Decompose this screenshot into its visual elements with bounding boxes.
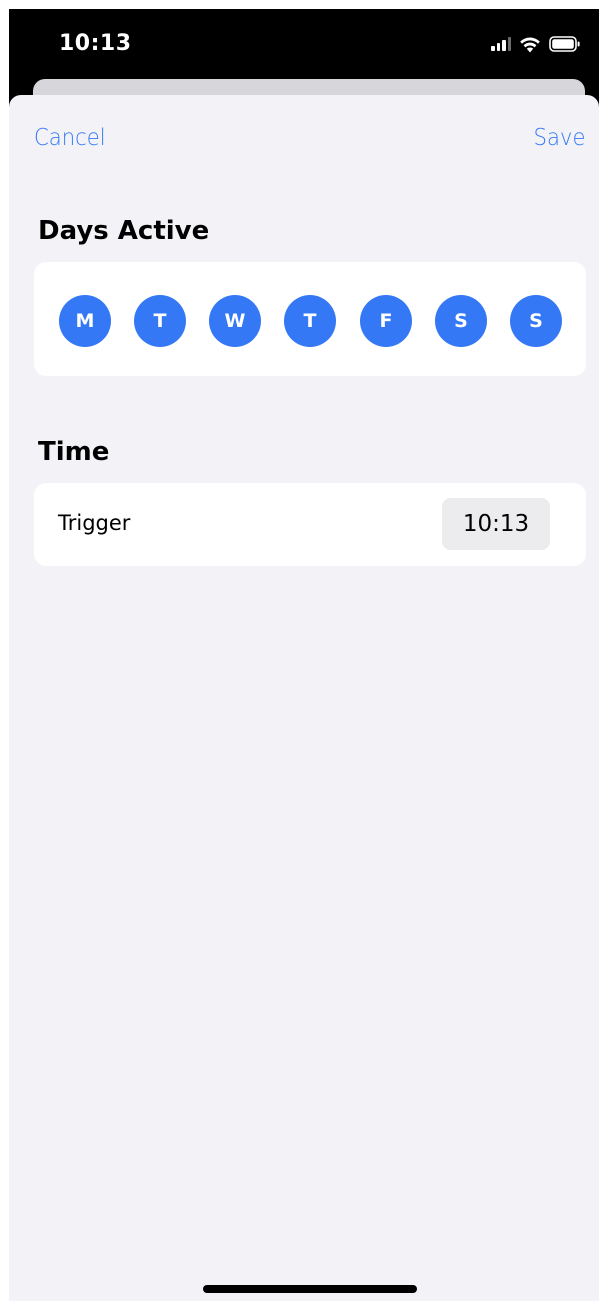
edit-sheet: Cancel Save Days Active M T W T F S S Ti… (9, 95, 599, 1301)
battery-icon (549, 36, 581, 52)
phone-screen: 10:13 Cancel Save Days Active M T W T F … (9, 9, 599, 1301)
wifi-icon (518, 35, 542, 53)
signal-icon (491, 37, 511, 51)
trigger-label: Trigger (58, 511, 131, 535)
save-button[interactable]: Save (533, 125, 585, 151)
days-card: M T W T F S S (34, 262, 586, 376)
cancel-button[interactable]: Cancel (34, 125, 106, 151)
day-toggle-thursday[interactable]: T (284, 295, 336, 347)
home-indicator[interactable] (203, 1285, 417, 1293)
day-toggle-monday[interactable]: M (59, 295, 111, 347)
day-toggle-tuesday[interactable]: T (134, 295, 186, 347)
day-toggle-saturday[interactable]: S (435, 295, 487, 347)
status-time: 10:13 (59, 31, 132, 56)
day-toggle-wednesday[interactable]: W (209, 295, 261, 347)
time-title: Time (38, 437, 110, 467)
status-icons (491, 34, 581, 54)
trigger-time-picker[interactable]: 10:13 (442, 498, 550, 550)
time-card: Trigger 10:13 (34, 483, 586, 566)
day-toggle-friday[interactable]: F (360, 295, 412, 347)
day-toggle-sunday[interactable]: S (510, 295, 562, 347)
days-active-title: Days Active (38, 216, 210, 246)
